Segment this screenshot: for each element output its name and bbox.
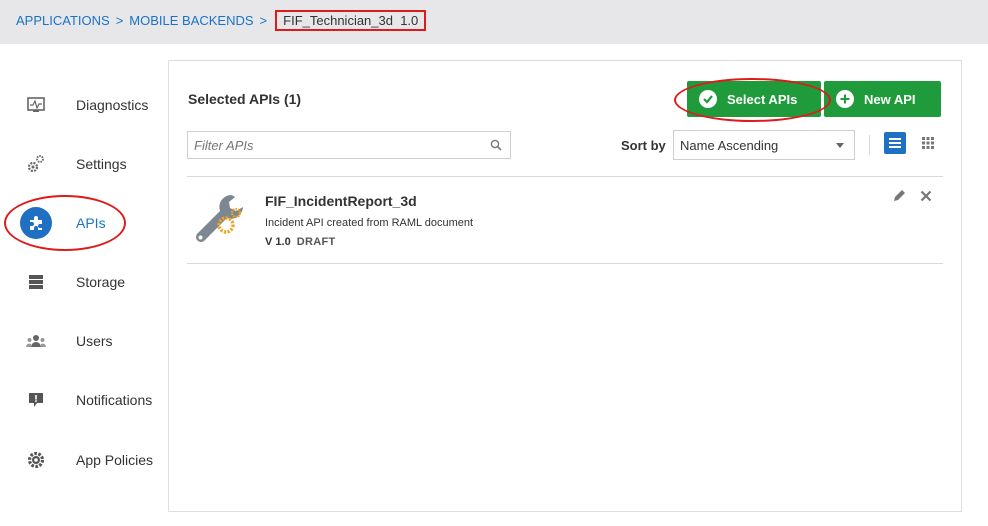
list-item[interactable]: FIF_IncidentReport_3d Incident API creat… (187, 177, 943, 263)
sidebar-item-users[interactable]: Users (20, 321, 113, 361)
sidebar-item-label: Storage (76, 274, 126, 290)
sort-select-value: Name Ascending (680, 138, 779, 153)
list-view-button[interactable] (884, 132, 906, 154)
breadcrumb-separator: > (259, 13, 268, 28)
search-icon[interactable] (490, 138, 502, 156)
puzzle-icon (20, 207, 52, 239)
check-circle-icon (699, 90, 717, 108)
breadcrumb-separator: > (115, 13, 124, 28)
divider (187, 263, 943, 264)
notification-icon (20, 384, 52, 416)
panel-title: Selected APIs (1) (188, 91, 302, 107)
sidebar: Diagnostics Settings APIs Storage Users … (0, 44, 168, 526)
sidebar-item-storage[interactable]: Storage (20, 262, 125, 302)
close-icon[interactable] (920, 189, 932, 207)
grid-icon (922, 137, 934, 149)
sidebar-item-diagnostics[interactable]: Diagnostics (20, 85, 148, 125)
list-icon (889, 138, 901, 148)
sidebar-item-label: APIs (76, 215, 106, 231)
users-icon (20, 325, 52, 357)
pencil-icon[interactable] (892, 189, 906, 208)
select-apis-label: Select APIs (727, 91, 798, 107)
selected-apis-panel: Selected APIs (1) Select APIs New API So… (168, 60, 962, 512)
diagnostics-icon (20, 89, 52, 121)
divider (869, 135, 870, 155)
sidebar-item-label: Diagnostics (76, 97, 149, 113)
chevron-down-icon (836, 143, 844, 148)
breadcrumb-current: FIF_Technician_3d 1.0 (275, 10, 427, 31)
status-badge: DRAFT (296, 236, 336, 248)
breadcrumb-applications[interactable]: APPLICATIONS (16, 13, 110, 28)
api-version-number: V 1.0 (265, 236, 291, 248)
api-name[interactable]: FIF_IncidentReport_3d (265, 193, 417, 209)
api-version: V 1.0 DRAFT (265, 236, 336, 248)
gear-icon (20, 444, 52, 476)
new-api-button[interactable]: New API (824, 81, 941, 117)
new-api-label: New API (864, 91, 916, 107)
sidebar-item-label: App Policies (76, 452, 154, 468)
select-apis-button[interactable]: Select APIs (687, 81, 821, 117)
sidebar-item-label: Notifications (76, 392, 153, 408)
grid-view-button[interactable] (917, 132, 939, 154)
sort-by-label: Sort by (621, 138, 666, 153)
sidebar-item-app-policies[interactable]: App Policies (20, 440, 153, 480)
sidebar-item-label: Users (76, 333, 113, 349)
sidebar-item-notifications[interactable]: Notifications (20, 380, 152, 420)
sidebar-item-settings[interactable]: Settings (20, 144, 127, 184)
filter-apis-input[interactable] (188, 132, 478, 158)
api-description: Incident API created from RAML document (265, 217, 474, 229)
storage-icon (20, 266, 52, 298)
sidebar-item-label: Settings (76, 156, 127, 172)
sidebar-item-apis[interactable]: APIs (20, 203, 106, 243)
gears-icon (20, 148, 52, 180)
wrench-gear-icon (191, 191, 247, 247)
breadcrumb-mobile-backends[interactable]: MOBILE BACKENDS (129, 13, 253, 28)
breadcrumb-bar: APPLICATIONS > MOBILE BACKENDS > FIF_Tec… (0, 0, 988, 44)
plus-circle-icon (836, 90, 854, 108)
sort-select[interactable]: Name Ascending (673, 130, 855, 160)
breadcrumb: APPLICATIONS > MOBILE BACKENDS > FIF_Tec… (16, 10, 427, 31)
filter-apis-field[interactable] (187, 131, 511, 159)
